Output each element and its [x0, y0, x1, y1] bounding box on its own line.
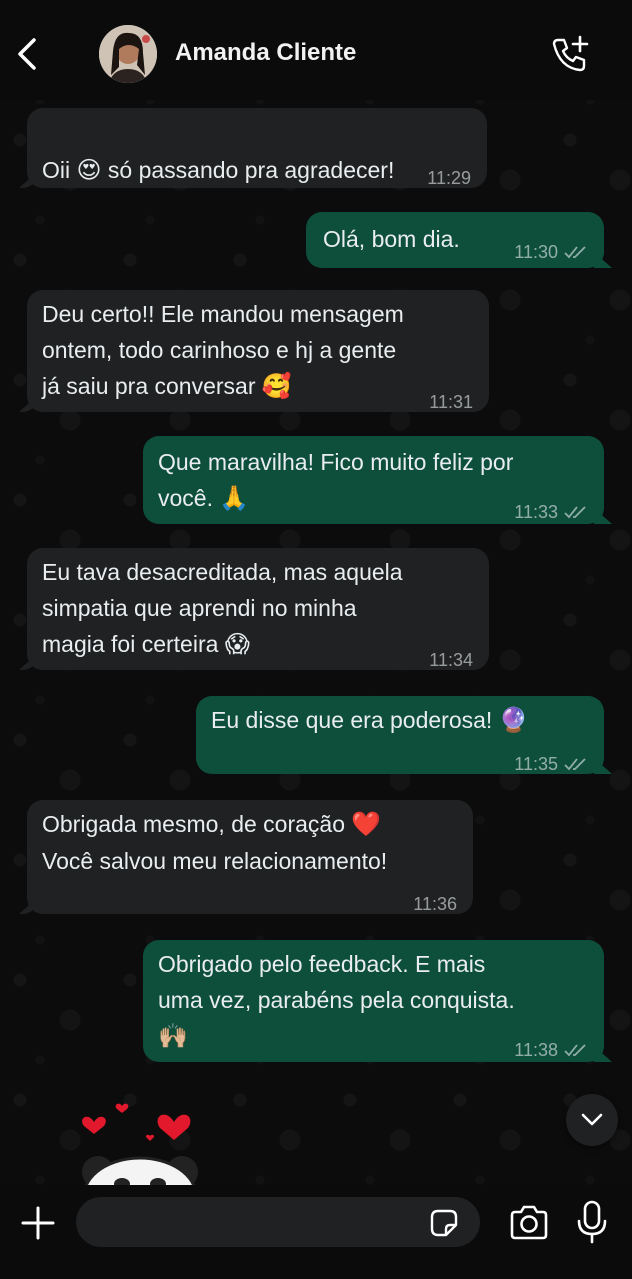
- double-check-icon: [564, 1044, 586, 1057]
- crystal-ball-emoji: 🔮: [498, 707, 529, 734]
- microphone-button[interactable]: [574, 1199, 610, 1245]
- microphone-icon: [577, 1200, 607, 1244]
- attach-button[interactable]: [18, 1203, 58, 1243]
- plus-icon: [21, 1206, 55, 1240]
- message-bubble-incoming[interactable]: Deu certo!! Ele mandou mensagem ontem, t…: [27, 290, 489, 412]
- message-time: 11:30: [514, 234, 588, 270]
- sticker-button[interactable]: [428, 1207, 460, 1239]
- message-text: Eu disse que era poderosa! 🔮: [211, 702, 529, 739]
- chevron-down-icon: [581, 1113, 603, 1126]
- smiling-hearts-emoji: 🥰: [261, 373, 292, 400]
- message-text: Eu tava desacreditada, mas aquela simpat…: [42, 554, 403, 663]
- back-button[interactable]: [10, 34, 44, 74]
- message-bubble-incoming[interactable]: Oii 😍 só passando pra agradecer! 11:29: [27, 108, 487, 188]
- message-bubble-incoming[interactable]: Obrigada mesmo, de coração ❤️ Você salvou…: [27, 800, 473, 914]
- message-text: Obrigada mesmo, de coração ❤️ Você salvou…: [42, 806, 387, 879]
- chevron-left-icon: [18, 38, 36, 70]
- scroll-to-bottom-button[interactable]: [566, 1094, 618, 1146]
- red-heart-emoji: ❤️: [351, 811, 382, 838]
- message-time: 11:38: [514, 1032, 588, 1068]
- message-time: 11:34: [429, 650, 473, 670]
- double-check-icon: [564, 246, 586, 259]
- message-bubble-outgoing[interactable]: Olá, bom dia. 11:30: [306, 212, 604, 268]
- message-bubble-incoming[interactable]: Eu tava desacreditada, mas aquela simpat…: [27, 548, 489, 670]
- double-check-icon: [564, 506, 586, 519]
- sticker-icon: [430, 1209, 458, 1237]
- message-text: Oii 😍 só passando pra agradecer!: [42, 116, 394, 189]
- contact-name[interactable]: Amanda Cliente: [175, 39, 356, 67]
- message-bubble-outgoing[interactable]: Eu disse que era poderosa! 🔮 11:35: [196, 696, 604, 774]
- message-text: Deu certo!! Ele mandou mensagem ontem, t…: [42, 296, 404, 405]
- message-time: 11:31: [429, 392, 473, 412]
- message-time: 11:35: [514, 746, 588, 782]
- phone-plus-icon: [552, 35, 589, 72]
- message-text: Que maravilha! Fico muito feliz por você…: [158, 444, 513, 517]
- avatar-image: [99, 25, 157, 83]
- avatar[interactable]: [99, 25, 157, 83]
- message-bubble-outgoing[interactable]: Que maravilha! Fico muito feliz por você…: [143, 436, 604, 524]
- message-text: Olá, bom dia.: [323, 226, 460, 252]
- message-input[interactable]: [76, 1197, 480, 1247]
- add-call-button[interactable]: [550, 34, 590, 74]
- composer-bar: [0, 1185, 632, 1279]
- chat-header: Amanda Cliente: [0, 0, 632, 100]
- message-time: 11:36: [413, 894, 457, 914]
- raising-hands-emoji: 🙌🏼: [158, 1023, 188, 1050]
- heart-eyes-emoji: 😍: [76, 157, 102, 184]
- folded-hands-emoji: 🙏: [219, 485, 250, 512]
- screaming-face-emoji: 😱: [224, 631, 250, 658]
- camera-button[interactable]: [508, 1203, 550, 1243]
- double-check-icon: [564, 758, 586, 771]
- message-text: Obrigado pelo feedback. E mais uma vez, …: [158, 946, 515, 1055]
- camera-icon: [510, 1205, 548, 1240]
- message-time: 11:29: [427, 168, 471, 188]
- message-time: 11:33: [514, 494, 588, 530]
- panda-sticker[interactable]: [70, 1100, 210, 1190]
- message-bubble-outgoing[interactable]: Obrigado pelo feedback. E mais uma vez, …: [143, 940, 604, 1062]
